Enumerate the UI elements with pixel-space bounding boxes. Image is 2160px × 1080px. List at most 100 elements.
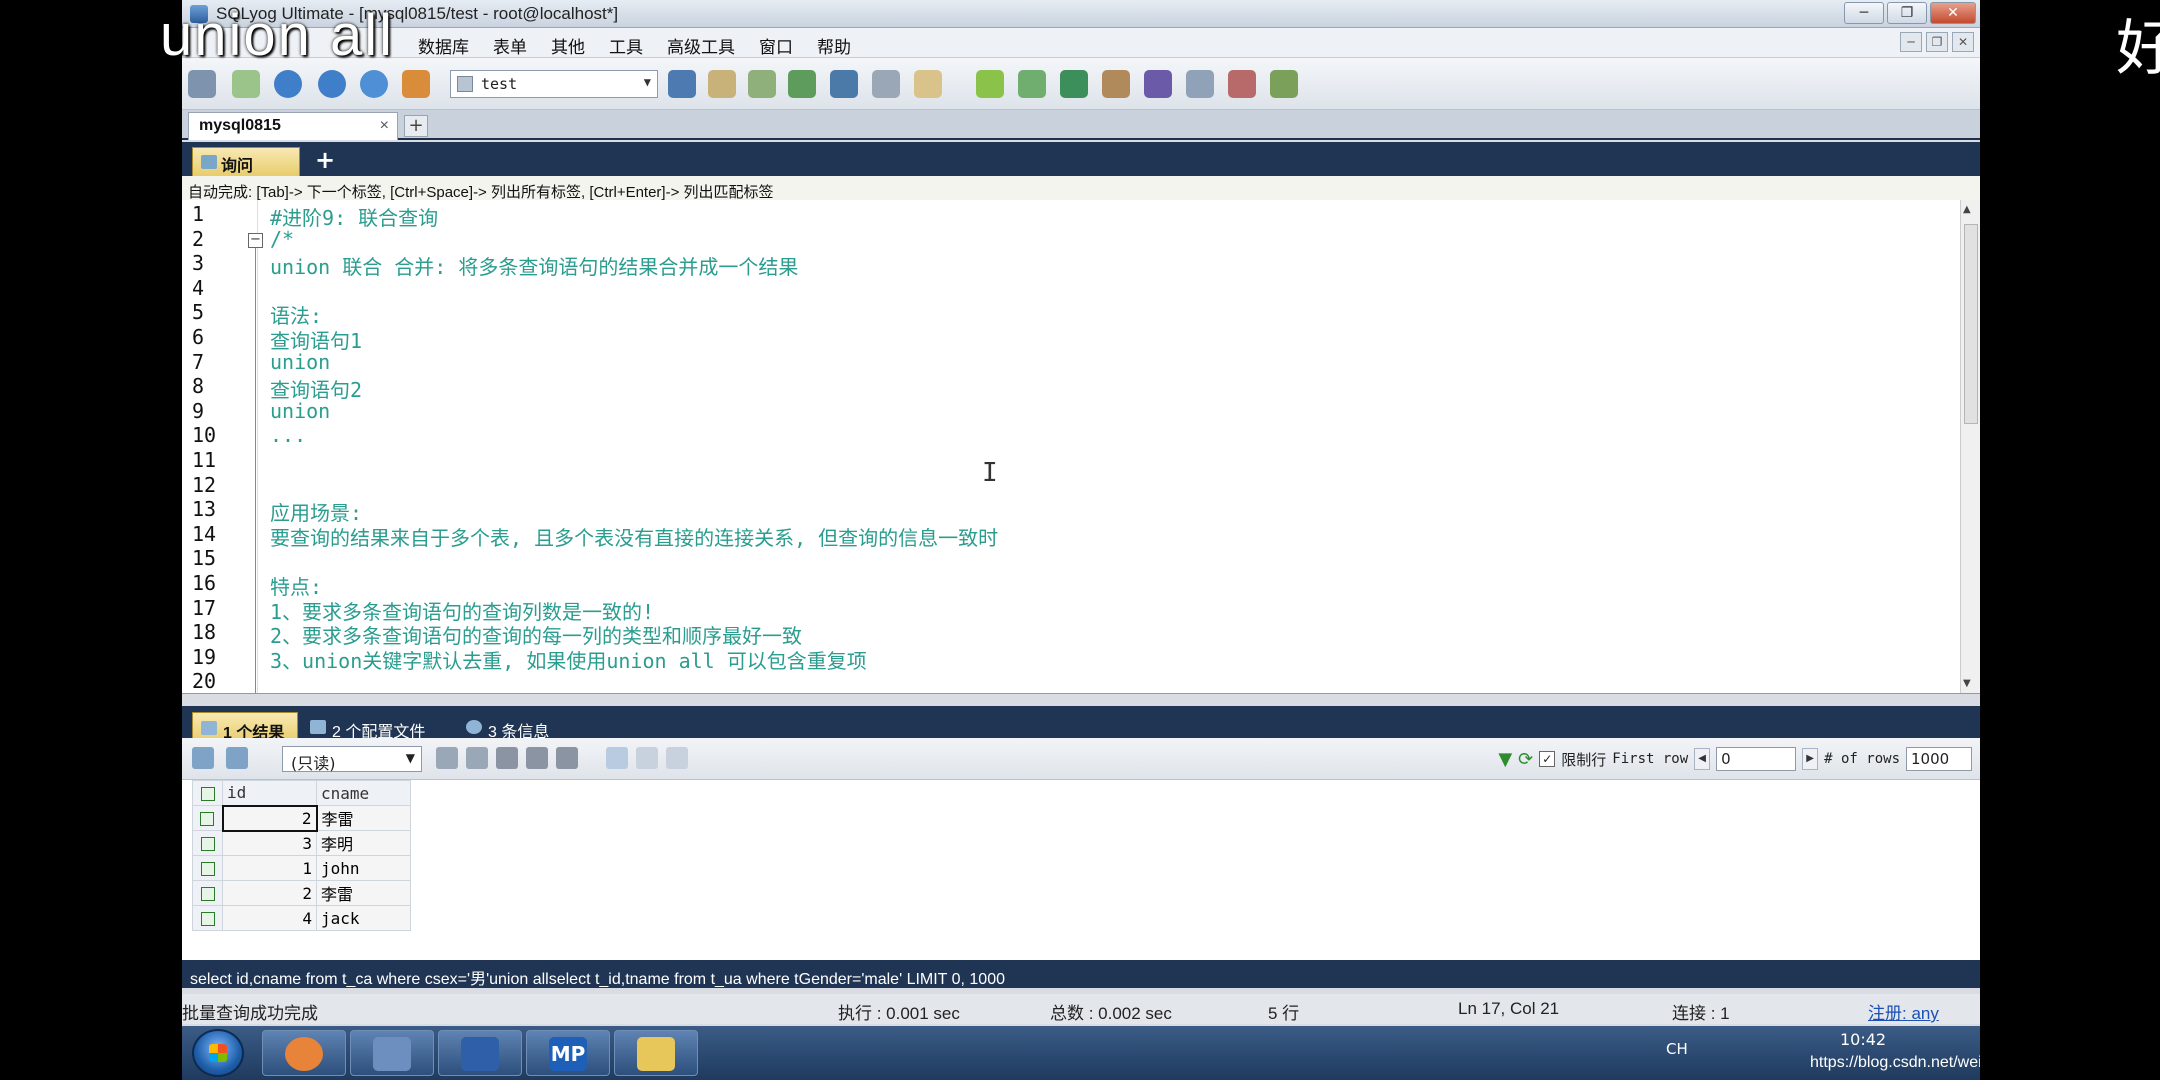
table-row[interactable]: 1 john [192,855,411,881]
import-icon[interactable] [830,70,858,98]
cell-id[interactable]: 1 [222,855,317,881]
start-button[interactable] [192,1029,244,1077]
rows-count-input[interactable]: 1000 [1906,747,1972,771]
menu-other[interactable]: 其他 [551,33,585,58]
mdi-close-button[interactable]: ✕ [1952,32,1974,52]
taskbar-app-explorer[interactable] [614,1030,698,1076]
query-builder-icon[interactable] [914,70,942,98]
code-text[interactable]: 3、union关键字默认去重, 如果使用union all 可以包含重复项 [270,645,867,674]
new-connection-icon[interactable] [188,70,216,98]
result-mode-select[interactable]: (只读) ▼ [282,746,422,773]
cell-id[interactable]: 4 [222,905,317,931]
input-language[interactable]: CH [1666,1040,1688,1058]
cell-id[interactable]: 3 [222,830,317,856]
cancel-icon[interactable] [556,747,578,769]
menu-tools[interactable]: 工具 [609,33,643,58]
refresh-result-icon[interactable]: ⟳ [1518,749,1533,770]
taskbar-app-firefox[interactable] [262,1030,346,1076]
cell-id[interactable]: 2 [222,880,317,906]
filter-icon[interactable]: ▼ [1498,749,1512,770]
save-icon[interactable] [496,747,518,769]
table-row[interactable]: 4 jack [192,905,411,931]
export-icon[interactable] [1186,70,1214,98]
duplicate-row-icon[interactable] [466,747,488,769]
mdi-minimize-button[interactable]: ─ [1900,32,1922,52]
register-link[interactable]: 注册: any [1868,999,1939,1024]
taskbar-app-word[interactable] [438,1030,522,1076]
menu-table[interactable]: 表单 [493,33,527,58]
clock-time[interactable]: 10:42 [1840,1030,1886,1049]
connect-icon[interactable] [232,70,260,98]
close-button[interactable]: ✕ [1930,2,1976,24]
table-row[interactable]: 3 李明 [192,830,411,856]
database-select[interactable]: test ▼ [450,70,658,98]
next-page-icon[interactable]: ▶ [1802,748,1819,770]
code-text[interactable]: union [270,350,330,374]
backup-icon[interactable] [788,70,816,98]
cell-cname[interactable]: john [316,855,411,881]
row-checkbox[interactable] [192,880,223,906]
minimize-button[interactable]: ─ [1844,2,1884,24]
scrollbar-thumb[interactable] [1964,224,1978,424]
scroll-down-icon[interactable]: ▼ [1963,678,1971,689]
code-text[interactable]: ... [270,423,306,447]
cell-id[interactable]: 2 [221,804,318,832]
limit-rows-checkbox[interactable]: ✓ [1539,751,1556,767]
refresh-icon[interactable] [402,70,430,98]
mdi-restore-button[interactable]: ❐ [1926,32,1948,52]
menu-window[interactable]: 窗口 [759,33,793,58]
fold-toggle-icon[interactable]: − [248,233,263,248]
menu-help[interactable]: 帮助 [817,33,851,58]
code-text[interactable]: union [270,399,330,423]
cell-cname[interactable]: jack [316,905,411,931]
data-sync-icon[interactable] [1060,70,1088,98]
code-text[interactable]: union 联合 合并: 将多条查询语句的结果合并成一个结果 [270,251,798,280]
code-text[interactable]: #进阶9: 联合查询 [270,202,438,231]
menu-advanced-tools[interactable]: 高级工具 [667,33,735,58]
database-transfer-icon[interactable] [1270,70,1298,98]
row-checkbox[interactable] [192,830,223,856]
grid-view-icon[interactable] [606,747,628,769]
create-table-icon[interactable] [748,70,776,98]
first-row-input[interactable]: 0 [1716,747,1797,771]
table-row[interactable]: 2 李雷 [192,880,411,906]
taskbar-app-sqlyog[interactable] [350,1030,434,1076]
editor-scrollbar[interactable]: ▲ ▼ [1960,200,1980,693]
cell-cname[interactable]: 李雷 [316,880,411,906]
select-all-checkbox[interactable] [192,780,223,806]
column-header-id[interactable]: id [222,780,317,806]
close-tab-icon[interactable]: × [380,117,389,135]
query-editor[interactable]: 1 #进阶9: 联合查询 2 /* 3 union 联合 合并: 将多条查询语句的结果合并… [182,200,1980,694]
create-database-icon[interactable] [708,70,736,98]
code-text[interactable]: 要查询的结果来自于多个表, 且多个表没有直接的连接关系, 但查询的信息一致时 [270,522,998,551]
export-result-icon[interactable] [192,747,214,769]
restore-button[interactable]: ❐ [1887,2,1927,24]
text-view-icon[interactable] [666,747,688,769]
execute-query-icon[interactable] [274,70,302,98]
execute-all-icon[interactable] [318,70,346,98]
form-view-icon[interactable] [636,747,658,769]
scheduled-export-icon[interactable] [1228,70,1256,98]
add-row-icon[interactable] [436,747,458,769]
table-row[interactable]: 2 李雷 [192,804,411,832]
notification-icon[interactable] [1144,70,1172,98]
column-header-cname[interactable]: cname [316,780,411,806]
sync-icon[interactable] [976,70,1004,98]
row-checkbox[interactable] [192,855,223,881]
row-checkbox[interactable] [192,905,223,931]
taskbar-app-mp[interactable]: MP [526,1030,610,1076]
new-query-tab-button[interactable]: + [308,147,342,175]
menu-database[interactable]: 数据库 [418,33,469,58]
connection-tab[interactable]: mysql0815 × [188,112,398,140]
cell-cname[interactable]: 李明 [316,830,411,856]
prev-page-icon[interactable]: ◀ [1694,748,1711,770]
delete-icon[interactable] [526,747,548,769]
new-connection-tab-button[interactable]: + [404,115,428,137]
query-tab[interactable]: 询问 [192,147,300,176]
job-agent-icon[interactable] [1102,70,1130,98]
schema-sync-icon[interactable] [1018,70,1046,98]
code-text[interactable]: /* [270,227,294,251]
stop-query-icon[interactable] [360,70,388,98]
user-manager-icon[interactable] [668,70,696,98]
row-checkbox[interactable] [192,805,223,831]
